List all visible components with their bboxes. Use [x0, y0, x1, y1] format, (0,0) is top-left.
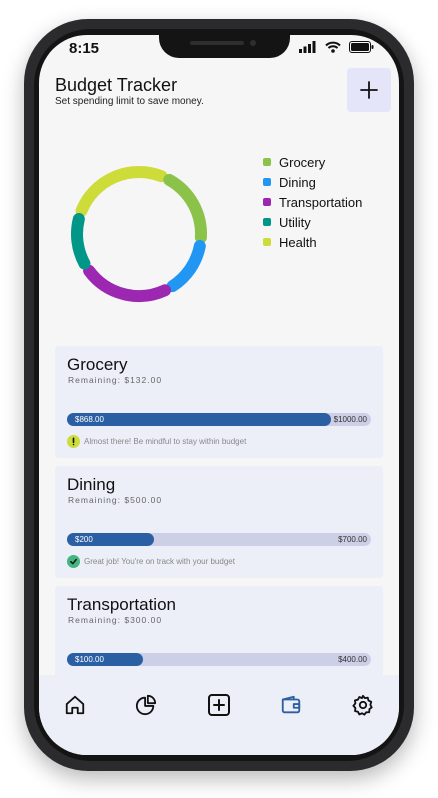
legend-swatch [263, 158, 271, 166]
budget-status: Great job! You're on track with your bud… [67, 555, 235, 568]
donut-slice-transportation [83, 264, 172, 302]
budget-progress-bar: $100.00 $400.00 [67, 653, 371, 666]
bottom-nav [39, 675, 399, 755]
notch [159, 35, 290, 58]
budget-remaining: Remaining: $132.00 [68, 375, 163, 385]
legend-label: Health [279, 234, 317, 250]
legend-item: Dining [263, 172, 362, 192]
budget-progress-fill [67, 413, 331, 426]
legend-item: Health [263, 232, 362, 252]
donut-slice-health [75, 166, 168, 217]
signal-icon [299, 41, 316, 53]
legend-label: Utility [279, 214, 311, 230]
legend-label: Dining [279, 174, 316, 190]
budget-name: Dining [67, 475, 116, 494]
budget-card[interactable]: Grocery Remaining: $132.00 $868.00 $1000… [55, 346, 383, 458]
wifi-icon [324, 41, 341, 53]
status-icons [299, 41, 374, 59]
budget-limit: $400.00 [338, 655, 367, 664]
budget-limit: $1000.00 [333, 415, 367, 424]
check-icon [67, 555, 80, 568]
pie-chart-icon [135, 694, 157, 716]
legend-label: Transportation [279, 194, 363, 210]
budget-progress-bar: $200 $700.00 [67, 533, 371, 546]
budget-remaining: Remaining: $500.00 [68, 495, 163, 505]
nav-add[interactable] [207, 693, 231, 717]
plus-icon [360, 81, 378, 99]
budget-status-message: Almost there! Be mindful to stay within … [84, 437, 247, 446]
add-budget-button[interactable] [347, 68, 391, 112]
legend-swatch [263, 238, 271, 246]
legend-swatch [263, 178, 271, 186]
legend-item: Transportation [263, 192, 362, 212]
nav-stats[interactable] [134, 693, 158, 717]
camera [250, 40, 256, 46]
budget-progress-bar: $868.00 $1000.00 [67, 413, 371, 426]
legend-item: Utility [263, 212, 362, 232]
donut-slice-grocery [163, 173, 207, 244]
battery-icon [349, 41, 374, 53]
settings-icon [352, 694, 373, 716]
budget-name: Transportation [67, 595, 176, 614]
budget-spent: $868.00 [75, 415, 104, 424]
budget-remaining: Remaining: $300.00 [68, 615, 163, 625]
status-time: 8:15 [69, 40, 100, 57]
budget-spent: $200 [75, 535, 93, 544]
budget-name: Grocery [67, 355, 128, 374]
budget-limit: $700.00 [338, 535, 367, 544]
spending-donut-chart [71, 166, 207, 302]
budget-status-message: Great job! You're on track with your bud… [84, 557, 235, 566]
wallet-icon [281, 695, 301, 714]
chart-legend: Grocery Dining Transportation Utility Health [263, 152, 362, 252]
legend-label: Grocery [279, 154, 326, 170]
home-icon [65, 695, 85, 715]
app-screen: 8:15 Budget Tracker Set spending limit t… [39, 35, 399, 755]
nav-settings[interactable] [351, 693, 375, 717]
add-square-icon [208, 694, 230, 716]
legend-swatch [263, 198, 271, 206]
page-title: Budget Tracker [55, 75, 178, 95]
nav-wallet[interactable] [279, 693, 303, 717]
legend-swatch [263, 218, 271, 226]
legend-item: Grocery [263, 152, 362, 172]
page-subtitle: Set spending limit to save money. [55, 96, 204, 107]
nav-home[interactable] [63, 693, 87, 717]
exclamation-icon [67, 435, 80, 448]
budget-status: Almost there! Be mindful to stay within … [67, 435, 246, 448]
donut-slice-dining [166, 240, 206, 293]
budget-spent: $100.00 [75, 655, 104, 664]
budget-card[interactable]: Dining Remaining: $500.00 $200 $700.00 G… [55, 466, 383, 578]
donut-slice-utility [71, 213, 91, 270]
speaker [190, 41, 244, 45]
